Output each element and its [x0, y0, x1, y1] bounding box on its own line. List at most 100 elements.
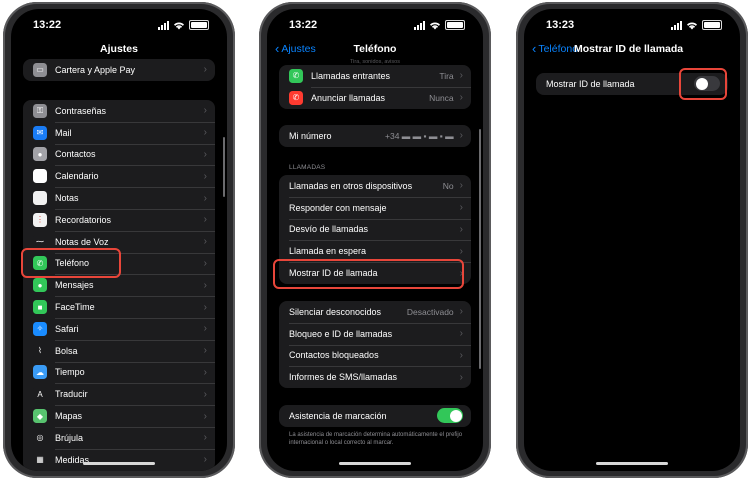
settings-item-3[interactable]: Calendario › [23, 165, 215, 187]
phone-setting-row[interactable]: ✆ Llamadas entrantes Tira › [279, 65, 471, 87]
chevron-right-icon: › [203, 323, 207, 335]
home-indicator [83, 462, 155, 465]
block-setting-label: Informes de SMS/llamadas [289, 372, 398, 383]
messages-icon: ● [33, 278, 47, 293]
dial-assist-footer: La asistencia de marcación determina aut… [289, 432, 463, 446]
battery-icon [189, 20, 209, 30]
page-title: Ajustes [100, 43, 138, 55]
settings-item-label: Cartera y Apple Pay [55, 64, 136, 75]
signal-icon [414, 20, 425, 30]
back-button[interactable]: ‹ Teléfono [532, 41, 578, 56]
chevron-right-icon: › [203, 64, 207, 76]
settings-item-label: FaceTime [55, 302, 95, 313]
settings-item-14[interactable]: ◆ Mapas › [23, 405, 215, 427]
highlight-toggle [679, 68, 727, 100]
incoming-call-icon: ✆ [289, 68, 303, 83]
block-setting-row[interactable]: Contactos bloqueados › [279, 344, 471, 367]
chevron-right-icon: › [203, 236, 207, 248]
calls-setting-label: Desvío de llamadas [289, 224, 369, 235]
chevron-right-icon: › [459, 306, 463, 318]
calls-setting-row[interactable]: Llamadas en otros dispositivos No › [279, 175, 471, 197]
settings-item-10[interactable]: ✧ Safari › [23, 317, 215, 340]
calls-setting-row[interactable]: Responder con mensaje › [279, 196, 471, 219]
signal-icon [158, 20, 169, 30]
calls-setting-label: Responder con mensaje [289, 202, 387, 213]
scrollbar[interactable] [479, 129, 481, 369]
my-number-group: Mi número +34 ▬ ▬ ▪ ▬ ▪ ▬ › [279, 125, 471, 147]
home-indicator [339, 462, 411, 465]
wifi-icon [174, 21, 184, 29]
chevron-right-icon: › [459, 328, 463, 340]
settings-item-0[interactable]: ⚿ Contraseñas › [23, 100, 215, 122]
chevron-right-icon: › [459, 70, 463, 82]
settings-item-11[interactable]: ⌇ Bolsa › [23, 339, 215, 362]
settings-item-12[interactable]: ☁ Tiempo › [23, 361, 215, 384]
settings-item-4[interactable]: Notas › [23, 187, 215, 209]
chevron-right-icon: › [203, 192, 207, 204]
block-setting-row[interactable]: Informes de SMS/llamadas › [279, 366, 471, 388]
chevron-left-icon: ‹ [532, 41, 537, 56]
blocking-group: Silenciar desconocidos Desactivado › Bloque… [279, 301, 471, 389]
chevron-right-icon: › [203, 257, 207, 269]
settings-item-2[interactable]: ● Contactos › [23, 143, 215, 166]
settings-item-label: Traducir [55, 389, 88, 400]
toggle-knob [449, 409, 462, 422]
calls-setting-value: No [442, 180, 454, 191]
block-setting-row[interactable]: Silenciar desconocidos Desactivado › [279, 301, 471, 323]
settings-item-5[interactable]: ⋮ Recordatorios › [23, 208, 215, 231]
block-setting-row[interactable]: Bloqueo e ID de llamadas › [279, 322, 471, 345]
block-setting-label: Silenciar desconocidos [289, 306, 382, 317]
nav-bar: Ajustes [11, 39, 227, 61]
phone-setting-row[interactable]: ✆ Anunciar llamadas Nunca › [279, 86, 471, 109]
dial-assist-row: Asistencia de marcación [279, 405, 471, 427]
phone-setting-value: Nunca [429, 92, 454, 103]
my-number-row[interactable]: Mi número +34 ▬ ▬ ▪ ▬ ▪ ▬ › [279, 125, 471, 147]
wallet-group: ▭ Cartera y Apple Pay › [23, 59, 215, 81]
chevron-right-icon: › [459, 130, 463, 142]
wallet-icon: ▭ [33, 62, 47, 77]
settings-item-cartera[interactable]: ▭ Cartera y Apple Pay › [23, 59, 215, 81]
home-indicator [596, 462, 668, 465]
chevron-right-icon: › [203, 388, 207, 400]
calls-setting-label: Llamada en espera [289, 246, 367, 257]
settings-item-15[interactable]: ◎ Brújula › [23, 426, 215, 449]
settings-item-label: Mensajes [55, 280, 94, 291]
settings-item-label: Mail [55, 127, 72, 138]
chevron-right-icon: › [203, 454, 207, 466]
dial-assist-toggle[interactable] [437, 408, 463, 424]
contacts-icon: ● [33, 147, 47, 162]
chevron-right-icon: › [203, 410, 207, 422]
dial-assist-group: Asistencia de marcación [279, 405, 471, 427]
settings-item-9[interactable]: ■ FaceTime › [23, 296, 215, 318]
battery-icon [445, 20, 465, 30]
weather-icon: ☁ [33, 365, 47, 380]
facetime-icon: ■ [33, 300, 47, 315]
notifications-group: ✆ Llamadas entrantes Tira › ✆ Anunciar llamad… [279, 65, 471, 109]
measure-icon: ▦ [33, 452, 47, 467]
settings-item-16[interactable]: ▦ Medidas › [23, 448, 215, 471]
settings-item-label: Mapas [55, 411, 83, 422]
block-setting-value: Desactivado [406, 306, 454, 317]
announce-calls-icon: ✆ [289, 90, 303, 105]
screen-telefono: 13:22 ‹ Ajustes Teléfono Tira, sonidos, a… [267, 9, 483, 471]
block-setting-label: Bloqueo e ID de llamadas [289, 328, 393, 339]
chevron-right-icon: › [203, 301, 207, 313]
settings-item-label: Calendario [55, 171, 99, 182]
dynamic-island [344, 17, 406, 35]
settings-item-13[interactable]: A Traducir › [23, 383, 215, 405]
dynamic-island [601, 17, 663, 35]
chevron-right-icon: › [203, 432, 207, 444]
battery-icon [702, 20, 722, 30]
settings-item-label: Notas [55, 193, 79, 204]
calls-setting-row[interactable]: Desvío de llamadas › [279, 218, 471, 241]
wifi-icon [430, 21, 440, 29]
phone-frame-telefono: 13:22 ‹ Ajustes Teléfono Tira, sonidos, a… [259, 2, 491, 478]
settings-item-1[interactable]: ✉ Mail › [23, 121, 215, 144]
page-title: Teléfono [353, 43, 397, 55]
status-time: 13:22 [289, 19, 318, 31]
chevron-right-icon: › [459, 180, 463, 192]
scrollbar[interactable] [223, 137, 225, 197]
chevron-right-icon: › [203, 105, 207, 117]
chevron-right-icon: › [203, 214, 207, 226]
chevron-right-icon: › [203, 279, 207, 291]
